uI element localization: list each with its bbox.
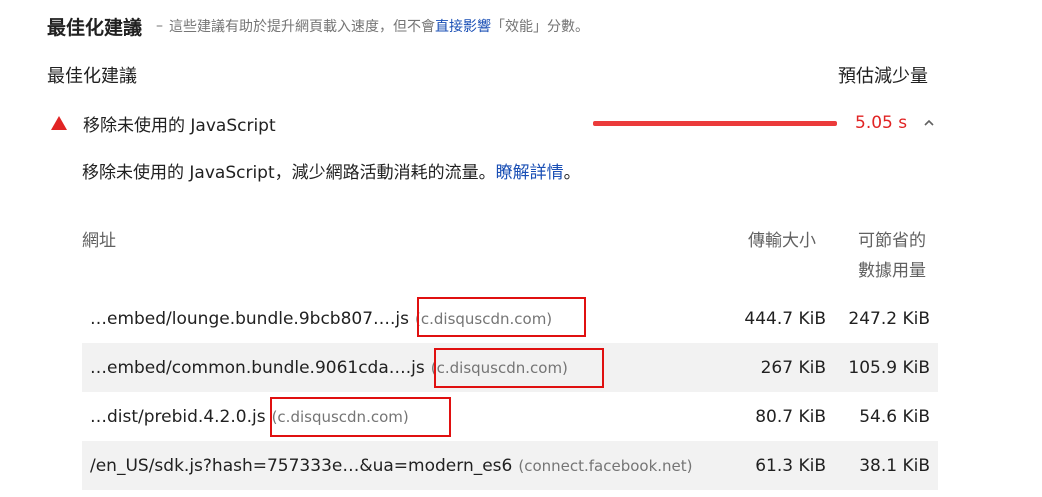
resource-potential-savings: 247.2 KiB: [848, 308, 930, 329]
section-description-suffix: 「效能」分數。: [491, 19, 590, 35]
learn-more-link[interactable]: 瞭解詳情: [496, 163, 564, 183]
chevron-up-icon[interactable]: [923, 117, 935, 129]
resource-domain: (connect.facebook.net): [518, 456, 693, 475]
table-header-url: 網址: [82, 231, 116, 251]
audit-title: 移除未使用的 JavaScript: [83, 115, 276, 136]
savings-bar: [593, 121, 837, 126]
resource-transfer-size: 444.7 KiB: [744, 308, 826, 329]
resource-potential-savings: 105.9 KiB: [848, 357, 930, 378]
resource-potential-savings: 54.6 KiB: [859, 406, 930, 427]
direct-impact-link[interactable]: 直接影響: [435, 16, 491, 36]
highlight-box: [434, 348, 604, 388]
highlight-box: [417, 297, 586, 337]
savings-value: 5.05 s: [855, 113, 908, 133]
audit-description: 移除未使用的 JavaScript，減少網路活動消耗的流量。瞭解詳情。: [82, 158, 581, 183]
column-header-savings: 預估減少量: [838, 66, 928, 87]
resource-potential-savings: 38.1 KiB: [859, 455, 930, 476]
resource-url-text: …embed/common.bundle.9061cda….js: [90, 357, 425, 378]
column-header-opportunity: 最佳化建議: [47, 66, 137, 87]
audit-description-suffix: 。: [563, 163, 581, 183]
table-header-potential-savings-line1: 可節省的: [858, 231, 926, 251]
resource-transfer-size: 267 KiB: [760, 357, 826, 378]
section-description: 這些建議有助於提升網頁載入速度，但不會: [169, 19, 436, 35]
resource-url-text: /en_US/sdk.js?hash=757333e…&ua=modern_es…: [90, 455, 513, 476]
audit-description-text: 移除未使用的 JavaScript，減少網路活動消耗的流量。: [82, 163, 496, 183]
header-dash: –: [156, 18, 164, 34]
resource-transfer-size: 80.7 KiB: [755, 406, 826, 427]
section-header: 最佳化建議 – 這些建議有助於提升網頁載入速度，但不會 直接影響 「效能」分數。: [47, 12, 589, 40]
highlight-box: [270, 397, 451, 437]
resource-url[interactable]: /en_US/sdk.js?hash=757333e…&ua=modern_es…: [90, 456, 693, 476]
table-header-transfer-size: 傳輸大小: [748, 231, 816, 251]
table-row: /en_US/sdk.js?hash=757333e…&ua=modern_es…: [82, 441, 938, 490]
resource-url-text: …dist/prebid.4.2.0.js: [90, 406, 266, 427]
table-row: …dist/prebid.4.2.0.js (c.disquscdn.com) 8…: [82, 392, 938, 441]
table-header-potential-savings: 可節省的 數據用量: [858, 226, 940, 286]
warning-triangle-icon: [51, 116, 67, 130]
section-title: 最佳化建議: [47, 16, 143, 39]
resource-transfer-size: 61.3 KiB: [755, 455, 826, 476]
audit-unused-javascript[interactable]: 移除未使用的 JavaScript 5.05 s: [47, 103, 940, 143]
table-header-potential-savings-line2: 數據用量: [858, 261, 926, 281]
resource-url-text: …embed/lounge.bundle.9bcb807….js: [90, 308, 410, 329]
